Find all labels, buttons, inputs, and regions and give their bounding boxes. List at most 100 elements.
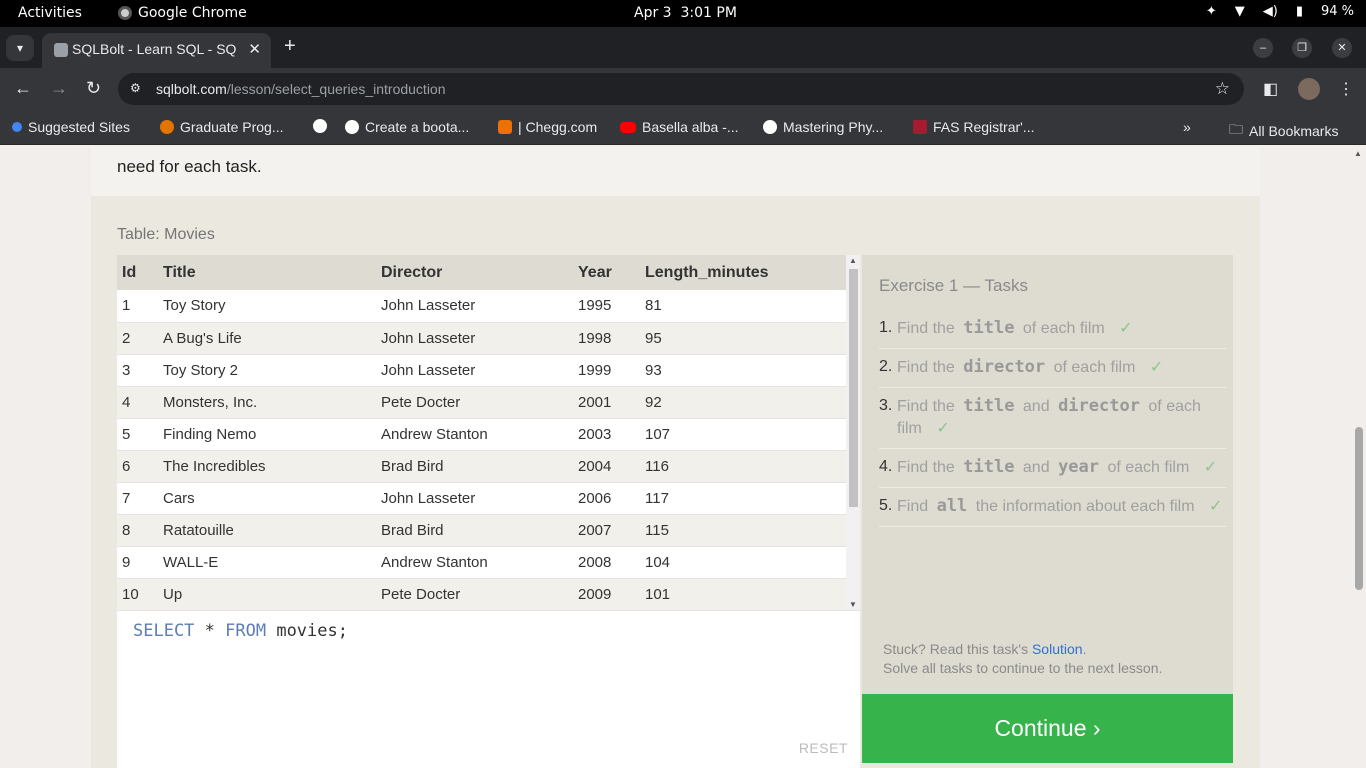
table-cell: Pete Docter (376, 578, 573, 610)
bookmark-star-icon[interactable]: ☆ (1215, 79, 1230, 99)
site-info-icon[interactable]: ⚙ (130, 81, 146, 95)
url-path: /lesson/select_queries_introduction (226, 81, 446, 97)
bookmark-chegg[interactable]: | Chegg.com (498, 119, 597, 135)
table-scrollbar[interactable]: ▲ ▼ (846, 255, 860, 610)
table-cell: A Bug's Life (158, 322, 376, 355)
tab-strip: ▾ SQLBolt - Learn SQL - SQ ✕ + – ❐ ✕ (0, 27, 1366, 68)
bookmark-globe[interactable] (313, 119, 327, 133)
table-cell: 7 (117, 482, 158, 515)
all-bookmarks-button[interactable]: 🗀 All Bookmarks (1229, 119, 1338, 143)
tasks-heading: Exercise 1 — Tasks (879, 276, 1028, 295)
table-cell: John Lasseter (376, 354, 573, 387)
bookmark-label: FAS Registrar'... (933, 119, 1035, 135)
bookmark-fas-registrar[interactable]: FAS Registrar'... (913, 119, 1034, 135)
scroll-up-icon[interactable]: ▲ (1354, 149, 1362, 158)
table-cell: Andrew Stanton (376, 418, 573, 451)
bookmark-label: Graduate Prog... (180, 119, 284, 135)
forward-icon[interactable]: → (50, 78, 68, 99)
bookmark-label: | Chegg.com (518, 119, 598, 135)
browser-toolbar: ← → ↻ ⚙ sqlbolt.com/lesson/select_querie… (0, 68, 1366, 110)
chevron-down-icon: ▾ (16, 41, 24, 55)
harvard-shield-icon (913, 120, 927, 134)
solution-link[interactable]: Solution (1032, 641, 1083, 657)
address-bar[interactable]: ⚙ sqlbolt.com/lesson/select_queries_intr… (118, 73, 1244, 105)
table-cell: 2001 (573, 386, 640, 419)
close-tab-icon[interactable]: ✕ (248, 40, 261, 58)
table-cell: 92 (640, 386, 846, 419)
url-text[interactable]: sqlbolt.com/lesson/select_queries_introd… (156, 81, 446, 97)
sqlbolt-favicon-icon (54, 43, 68, 57)
minimize-window-button[interactable]: – (1253, 38, 1273, 58)
activities-button[interactable]: Activities (18, 5, 82, 21)
lesson-intro-text: need for each task. (117, 157, 262, 176)
app-menu[interactable]: Google Chrome (118, 5, 247, 21)
bookmark-basella-alba[interactable]: Basella alba -... (620, 119, 739, 135)
bookmark-mastering-phy[interactable]: Mastering Phy... (763, 119, 883, 135)
sql-editor[interactable]: SELECT * FROM movies; RESET (117, 610, 860, 768)
globe-icon (763, 120, 777, 134)
task-text: Find the (897, 459, 955, 476)
bookmark-create-a-boota[interactable]: Create a boota... (345, 119, 469, 135)
sql-query[interactable]: SELECT * FROM movies; (133, 621, 348, 641)
scroll-up-icon[interactable]: ▲ (849, 256, 857, 265)
task-text: Find the (897, 359, 955, 376)
task-code: director (963, 357, 1046, 377)
table-cell: Cars (158, 482, 376, 515)
checkmark-icon: ✓ (1119, 320, 1133, 337)
task-code: director (1058, 396, 1140, 416)
continue-button[interactable]: Continue › (862, 694, 1233, 763)
back-icon[interactable]: ← (14, 78, 32, 99)
table-cell: 1 (117, 290, 158, 323)
profile-avatar[interactable] (1298, 78, 1320, 100)
close-window-button[interactable]: ✕ (1332, 38, 1352, 58)
bookmark-label: Create a boota... (365, 119, 470, 135)
shield-icon (160, 120, 174, 134)
table-caption: Table: Movies (117, 226, 215, 243)
tab-sqlbolt[interactable]: SQLBolt - Learn SQL - SQ ✕ (42, 33, 271, 68)
table-scroll-thumb[interactable] (849, 269, 858, 507)
bookmark-label: Suggested Sites (28, 119, 130, 135)
clock[interactable]: Apr 3 3:01 PM (634, 5, 737, 21)
bookmark-graduate-prog[interactable]: Graduate Prog... (160, 119, 284, 135)
new-tab-button[interactable]: + (284, 35, 296, 58)
page-scroll-thumb[interactable] (1355, 427, 1363, 590)
table-cell: Finding Nemo (158, 418, 376, 451)
table-row: 6 The Incredibles Brad Bird 2004 116 (117, 450, 846, 483)
bookmark-suggested-sites[interactable]: Suggested Sites (12, 119, 130, 135)
scroll-down-icon[interactable]: ▼ (849, 600, 857, 609)
table-cell: 9 (117, 546, 158, 579)
table-cell: 116 (640, 450, 846, 483)
reset-button[interactable]: RESET (799, 740, 848, 756)
stuck-help: Stuck? Read this task's Solution. Solve … (883, 640, 1162, 678)
more-menu-icon[interactable]: ⋮ (1338, 79, 1354, 99)
table-row: 5 Finding Nemo Andrew Stanton 2003 107 (117, 418, 846, 451)
table-cell: Pete Docter (376, 386, 573, 419)
task-code: title (963, 318, 1015, 338)
bookmark-label: Basella alba -... (642, 119, 739, 135)
page-scrollbar[interactable]: ▲ (1351, 146, 1366, 768)
table-body: 1 Toy Story John Lasseter 1995 81 2 A Bug's Li… (117, 290, 846, 610)
system-tray[interactable]: ✦ ▼ ◀) ▮ 94 % (1206, 4, 1354, 19)
table-cell: Andrew Stanton (376, 546, 573, 579)
table-cell: 6 (117, 450, 158, 483)
reload-icon[interactable]: ↻ (86, 78, 101, 99)
table-cell: 2004 (573, 450, 640, 483)
volume-icon: ◀) (1262, 4, 1278, 19)
bookmark-label: Mastering Phy... (783, 119, 884, 135)
checkmark-icon: ✓ (1203, 459, 1218, 476)
solve-all-text: Solve all tasks to continue to the next … (883, 660, 1163, 676)
results-table-panel[interactable]: Id Title Director Year Length_minutes 1T… (117, 255, 860, 610)
more-bookmarks-button[interactable]: » (1183, 119, 1191, 135)
checkmark-icon: ✓ (1209, 498, 1223, 515)
column-header: Title (158, 255, 376, 290)
task-item: 1. Find the title of each film ✓ (879, 310, 1226, 349)
stuck-text: Stuck? Read this task's (883, 641, 1032, 657)
task-number: 4. (879, 458, 893, 475)
tab-search-button[interactable]: ▾ (6, 35, 34, 61)
side-panel-icon[interactable]: ◧ (1263, 79, 1278, 99)
table-row: 1 Toy Story John Lasseter 1995 81 (117, 290, 846, 323)
restore-window-button[interactable]: ❐ (1292, 38, 1312, 58)
table-cell: 2003 (573, 418, 640, 451)
url-host: sqlbolt.com (156, 81, 227, 97)
stuck-period: . (1082, 641, 1087, 657)
